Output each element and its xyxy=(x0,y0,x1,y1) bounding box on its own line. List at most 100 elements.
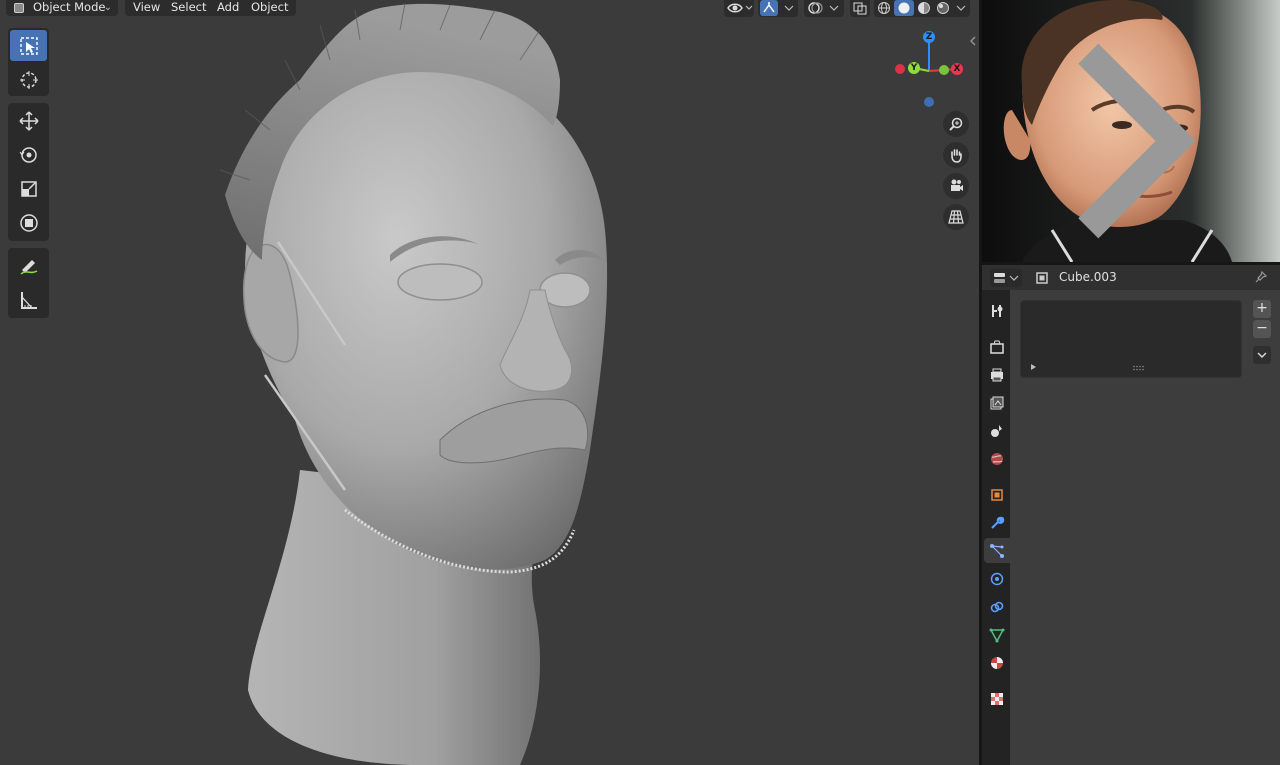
material-icon xyxy=(991,656,1003,669)
specials-menu-button[interactable] xyxy=(1253,346,1271,364)
wrench-icon xyxy=(991,516,1005,529)
object-mode-icon xyxy=(14,3,24,13)
object-name: Cube.003 xyxy=(1059,270,1117,284)
editor-type-selector[interactable] xyxy=(990,269,1022,287)
tab-tool[interactable] xyxy=(984,298,1010,323)
chevron-down-icon xyxy=(784,5,794,11)
perspective-toggle-button[interactable] xyxy=(943,204,969,230)
viewport-header: Object Mode ⌄ View Select Add Object xyxy=(0,0,979,46)
menu-object[interactable]: Object xyxy=(243,0,297,16)
tab-physics[interactable] xyxy=(984,566,1010,591)
zoom-button[interactable] xyxy=(943,111,969,137)
xray-icon xyxy=(853,2,867,15)
toolbar-transform-group xyxy=(8,103,49,241)
remove-slot-button[interactable]: − xyxy=(1253,320,1271,338)
chevron-down-icon: ⌄ xyxy=(103,2,112,13)
properties-editor-icon xyxy=(994,273,1019,283)
3d-viewport[interactable]: Object Mode ⌄ View Select Add Object Z X… xyxy=(0,0,979,765)
measure-ruler-icon xyxy=(20,291,37,309)
tool-measure[interactable] xyxy=(10,284,47,315)
axis-z[interactable]: Z xyxy=(923,31,935,43)
tool-select-box[interactable] xyxy=(10,30,47,61)
object-properties-icon xyxy=(991,488,1003,501)
render-camera-icon xyxy=(990,340,1004,354)
chevron-down-icon[interactable] xyxy=(954,1,968,15)
reference-image-editor[interactable] xyxy=(982,0,1280,262)
chevron-down-icon xyxy=(1257,352,1267,358)
shading-selector[interactable] xyxy=(874,0,970,17)
properties-header: Cube.003 xyxy=(982,265,1280,290)
tool-scale[interactable] xyxy=(10,173,47,204)
xray-toggle[interactable] xyxy=(850,0,870,17)
tab-output[interactable] xyxy=(984,362,1010,387)
scene-icon xyxy=(991,424,1002,437)
pan-button[interactable] xyxy=(943,142,969,168)
camera-view-button[interactable] xyxy=(943,173,969,199)
hand-icon xyxy=(951,149,962,163)
mesh-data-icon xyxy=(989,628,1005,643)
axis-y-neg[interactable] xyxy=(939,65,949,75)
scale-icon xyxy=(20,180,37,197)
properties-editor: Cube.003 + − xyxy=(982,262,1280,765)
world-icon xyxy=(991,452,1003,465)
tab-render[interactable] xyxy=(984,334,1010,359)
rotate-icon xyxy=(19,146,37,163)
axis-x[interactable]: X xyxy=(951,63,963,75)
expand-arrow-icon[interactable] xyxy=(983,10,1280,262)
tool-annotate[interactable] xyxy=(10,250,47,281)
solid-shading-icon[interactable] xyxy=(894,0,914,16)
visibility-selector[interactable] xyxy=(724,0,754,17)
tab-particles[interactable] xyxy=(984,538,1010,563)
toolbar-annotate-group xyxy=(8,248,49,318)
menu-select[interactable]: Select xyxy=(163,0,215,16)
transform-icon xyxy=(19,213,38,232)
tab-constraints[interactable] xyxy=(984,594,1010,619)
tab-texture[interactable] xyxy=(984,686,1010,711)
tool-settings-icon xyxy=(992,304,1003,317)
texture-checker-icon xyxy=(991,692,1003,705)
gizmo-toggle[interactable] xyxy=(758,0,798,17)
annotate-pencil-icon xyxy=(19,259,37,275)
toolbar-selection-group xyxy=(8,28,49,96)
tool-move[interactable] xyxy=(10,105,47,136)
wireframe-shading-icon[interactable] xyxy=(876,1,892,15)
head-sculpt-model[interactable] xyxy=(0,0,979,765)
eye-icon xyxy=(727,3,753,13)
tab-view-layer[interactable] xyxy=(984,390,1010,415)
resize-grip-icon[interactable] xyxy=(1133,365,1145,371)
grid-perspective-icon xyxy=(948,210,964,224)
mode-selector[interactable]: Object Mode ⌄ xyxy=(6,0,118,16)
overlays-icon xyxy=(808,2,839,14)
add-slot-button[interactable]: + xyxy=(1253,300,1271,318)
menu-add[interactable]: Add xyxy=(209,0,248,16)
tab-world[interactable] xyxy=(984,446,1010,471)
tab-scene[interactable] xyxy=(984,418,1010,443)
mode-label: Object Mode xyxy=(33,0,106,14)
particles-icon xyxy=(990,543,1004,558)
constraints-icon xyxy=(990,601,1004,612)
rendered-shading-icon[interactable] xyxy=(935,1,951,15)
cursor-icon xyxy=(19,70,38,89)
zoom-icon xyxy=(949,117,963,131)
tab-modifiers[interactable] xyxy=(984,510,1010,535)
tab-material[interactable] xyxy=(984,650,1010,675)
select-box-icon xyxy=(19,36,38,55)
output-printer-icon xyxy=(991,368,1003,381)
menu-view[interactable]: View xyxy=(125,0,169,16)
axis-y[interactable]: Y xyxy=(908,62,920,74)
tab-object-data[interactable] xyxy=(984,622,1010,647)
overlay-toggle[interactable] xyxy=(804,0,844,17)
pin-icon[interactable] xyxy=(1254,270,1268,284)
material-shading-icon[interactable] xyxy=(916,1,932,15)
tab-object[interactable] xyxy=(984,482,1010,507)
axis-x-neg[interactable] xyxy=(895,64,905,74)
particle-systems-list[interactable] xyxy=(1020,300,1242,378)
view-layer-icon xyxy=(990,396,1004,409)
tool-transform[interactable] xyxy=(10,207,47,238)
gizmo-icon xyxy=(760,0,778,16)
expand-triangle-icon[interactable] xyxy=(1029,363,1037,371)
move-icon xyxy=(18,110,39,131)
physics-icon xyxy=(990,572,1004,585)
tool-cursor[interactable] xyxy=(10,64,47,95)
tool-rotate[interactable] xyxy=(10,139,47,170)
